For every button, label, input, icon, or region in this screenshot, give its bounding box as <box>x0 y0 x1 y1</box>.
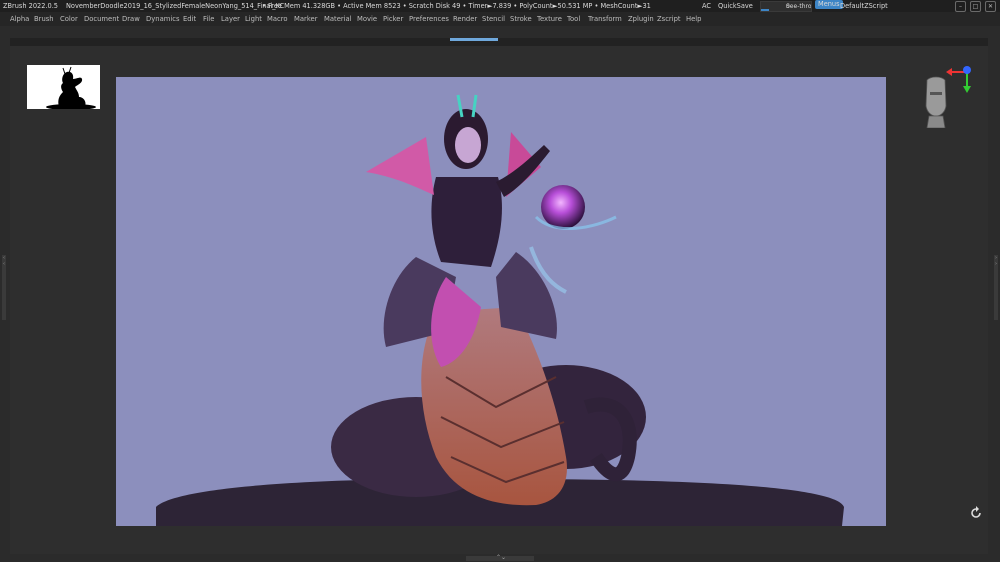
right-tray-handle[interactable]: › › <box>994 255 998 320</box>
menu-stencil[interactable]: Stencil <box>482 12 505 26</box>
menu-brush[interactable]: Brush <box>34 12 54 26</box>
menu-marker[interactable]: Marker <box>294 12 318 26</box>
axis-gizmo-icon[interactable] <box>942 62 976 94</box>
document-name: NovemberDoodle2019_16_StylizedFemaleNeon… <box>66 2 285 10</box>
menu-movie[interactable]: Movie <box>357 12 377 26</box>
menu-preferences[interactable]: Preferences <box>409 12 449 26</box>
minimize-icon[interactable]: – <box>955 1 966 12</box>
default-zscript-button[interactable]: DefaultZScript <box>840 0 888 12</box>
menu-transform[interactable]: Transform <box>588 12 622 26</box>
menus-button[interactable]: Menus <box>815 0 843 9</box>
silhouette-thumbnail <box>27 65 100 110</box>
document-canvas[interactable] <box>116 77 886 526</box>
menu-texture[interactable]: Texture <box>537 12 562 26</box>
menu-zplugin[interactable]: Zplugin <box>628 12 654 26</box>
left-tray-handle[interactable]: ‹ ‹ <box>2 255 6 320</box>
menu-light[interactable]: Light <box>245 12 262 26</box>
silhouette-figure <box>46 66 96 110</box>
see-through-slider[interactable]: See-through 0 <box>760 1 812 12</box>
menu-zscript[interactable]: Zscript <box>657 12 681 26</box>
app-title: ZBrush 2022.0.5 <box>3 2 59 10</box>
menu-edit[interactable]: Edit <box>183 12 196 26</box>
menu-render[interactable]: Render <box>453 12 477 26</box>
menu-color[interactable]: Color <box>60 12 78 26</box>
maximize-icon[interactable]: □ <box>970 1 981 12</box>
menu-tool[interactable]: Tool <box>567 12 580 26</box>
menu-alpha[interactable]: Alpha <box>10 12 29 26</box>
quicksave-button[interactable]: QuickSave <box>718 0 753 12</box>
menu-dynamics[interactable]: Dynamics <box>146 12 180 26</box>
menu-document[interactable]: Document <box>84 12 119 26</box>
close-icon[interactable]: ✕ <box>985 1 996 12</box>
bottom-tray-handle[interactable]: ⌃⌄ <box>466 554 534 561</box>
menu-material[interactable]: Material <box>324 12 352 26</box>
see-through-bar <box>761 9 769 11</box>
menu-macro[interactable]: Macro <box>267 12 288 26</box>
memory-stats: • Free Mem 41.328GB • Active Mem 8523 • … <box>262 2 651 10</box>
see-through-value: 0 <box>786 3 790 10</box>
rotate-icon[interactable] <box>968 505 984 521</box>
window-controls: – □ ✕ <box>955 1 996 12</box>
top-shelf <box>10 38 988 46</box>
menu-layer[interactable]: Layer <box>221 12 240 26</box>
menu-help[interactable]: Help <box>686 12 702 26</box>
model-render <box>156 94 844 526</box>
title-bar: ZBrush 2022.0.5 NovemberDoodle2019_16_St… <box>0 0 1000 12</box>
menu-file[interactable]: File <box>203 12 214 26</box>
menu-draw[interactable]: Draw <box>122 12 140 26</box>
menu-stroke[interactable]: Stroke <box>510 12 532 26</box>
menu-bar: Alpha Brush Color Document Draw Dynamics… <box>0 12 1000 26</box>
menu-picker[interactable]: Picker <box>383 12 403 26</box>
ac-label[interactable]: AC <box>702 0 711 12</box>
active-shelf-indicator[interactable] <box>450 38 498 41</box>
